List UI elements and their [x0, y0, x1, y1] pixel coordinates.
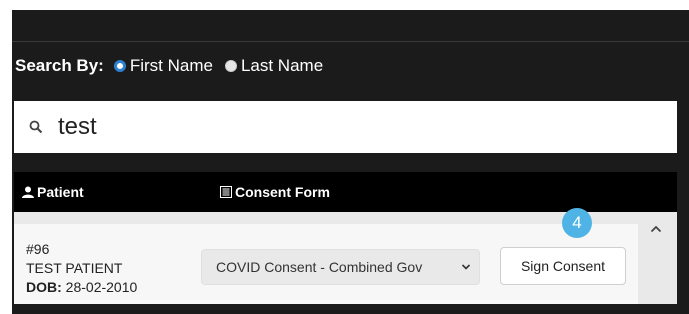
user-icon [22, 186, 34, 198]
column-header-patient-label: Patient [37, 184, 84, 200]
table-row: #96 TEST PATIENT DOB: 28-02-2010 COVID C… [14, 224, 638, 304]
sign-consent-button[interactable]: Sign Consent [500, 247, 626, 285]
search-by-group: Search By: First Name Last Name [15, 53, 335, 79]
table-header: Patient Consent Form [14, 172, 677, 212]
patient-id: #96 [26, 241, 50, 257]
list-icon [220, 186, 232, 198]
dob-value: 28-02-2010 [65, 279, 138, 295]
radio-last-name-label: Last Name [240, 56, 324, 75]
radio-checked-icon[interactable] [113, 60, 126, 72]
patient-info: #96 TEST PATIENT DOB: 28-02-2010 [26, 240, 137, 297]
step-badge: 4 [562, 208, 592, 238]
scroll-up-icon[interactable] [650, 224, 662, 234]
patient-name: TEST PATIENT [26, 260, 123, 276]
column-header-consent-form-label: Consent Form [235, 184, 330, 200]
top-bar [12, 10, 689, 42]
search-input[interactable] [58, 107, 648, 147]
radio-first-name[interactable]: First Name [113, 56, 213, 76]
radio-last-name[interactable]: Last Name [224, 56, 324, 76]
radio-unchecked-icon[interactable] [224, 60, 237, 72]
radio-first-name-label: First Name [129, 56, 213, 75]
consent-form-select[interactable]: COVID Consent - Combined Gov [201, 249, 480, 285]
search-icon [14, 101, 58, 153]
patient-dob: DOB: 28-02-2010 [26, 278, 137, 297]
column-header-consent-form: Consent Form [220, 184, 330, 200]
column-header-patient: Patient [22, 184, 84, 200]
consent-form-selected: COVID Consent - Combined Gov [216, 259, 423, 275]
search-box[interactable] [14, 101, 677, 153]
chevron-down-icon [461, 264, 471, 270]
dob-label: DOB: [26, 279, 62, 295]
search-by-label: Search By: [15, 56, 104, 75]
